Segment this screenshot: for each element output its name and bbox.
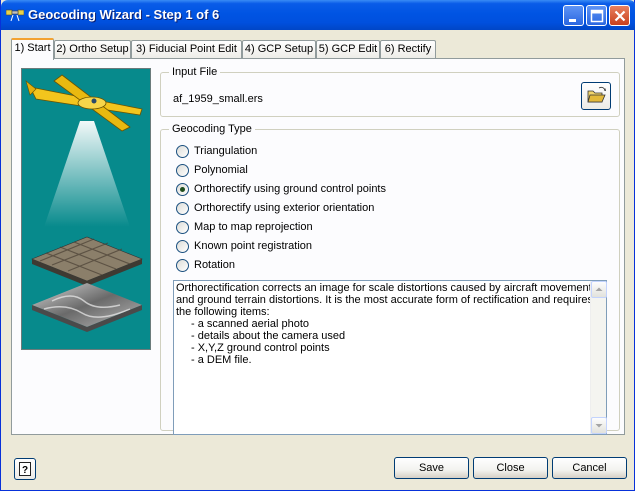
tab-start[interactable]: 1) Start	[11, 38, 54, 60]
title-bar[interactable]: Geocoding Wizard - Step 1 of 6	[1, 0, 635, 30]
description-textbox[interactable]: Orthorectification corrects an image for…	[173, 280, 607, 435]
description-item: - a scanned aerial photo	[191, 318, 310, 330]
scroll-up-icon	[595, 287, 603, 291]
maximize-icon	[590, 9, 604, 23]
satellite-icon	[6, 9, 24, 22]
window-title: Geocoding Wizard - Step 1 of 6	[28, 7, 220, 22]
wizard-illustration	[21, 68, 151, 350]
tab-gcp-setup[interactable]: 4) GCP Setup	[242, 40, 316, 59]
browse-file-button[interactable]	[581, 82, 611, 110]
description-item: - a DEM file.	[191, 354, 252, 366]
input-file-label: Input File	[169, 66, 221, 78]
description-item: - details about the camera used	[191, 330, 346, 342]
radio-button[interactable]	[176, 259, 189, 272]
minimize-button[interactable]	[563, 5, 584, 26]
close-icon	[614, 10, 626, 22]
close-window-button[interactable]	[609, 5, 630, 26]
aerial-photo-tile	[31, 236, 143, 286]
geocoding-type-group: Geocoding Type Triangulation Polynomial …	[160, 123, 620, 435]
geocoding-wizard-window: Geocoding Wizard - Step 1 of 6 1) Start …	[0, 0, 635, 491]
description-line: Orthorectification corrects an image for…	[176, 282, 592, 294]
description-line: the following items:	[176, 306, 270, 318]
input-file-name: af_1959_small.ers	[173, 93, 263, 105]
scroll-down-button[interactable]	[591, 417, 607, 434]
radio-label: Known point registration	[194, 240, 313, 252]
radio-label: Map to map reprojection	[194, 221, 313, 233]
tab-rectify[interactable]: 6) Rectify	[380, 40, 436, 59]
help-icon: ?	[19, 462, 31, 476]
radio-button[interactable]	[176, 240, 189, 253]
light-beam	[44, 121, 130, 227]
radio-label: Rotation	[194, 259, 235, 271]
radio-label: Polynomial	[194, 164, 248, 176]
geocoding-type-label: Geocoding Type	[169, 123, 255, 135]
dem-surface-tile	[32, 283, 142, 332]
open-folder-icon	[587, 86, 607, 103]
radio-button[interactable]	[176, 145, 189, 158]
tab-ortho-setup[interactable]: 2) Ortho Setup	[54, 40, 131, 59]
description-text: Orthorectification corrects an image for…	[176, 282, 593, 366]
tab-gcp-edit[interactable]: 5) GCP Edit	[316, 40, 380, 59]
radio-label: Orthorectify using ground control points	[194, 183, 386, 195]
input-file-group: Input File af_1959_small.ers	[160, 66, 620, 117]
radio-label: Orthorectify using exterior orientation	[194, 202, 375, 214]
radio-button[interactable]	[176, 164, 189, 177]
maximize-button[interactable]	[586, 5, 607, 26]
minimize-icon	[569, 19, 576, 22]
tab-fiducial-point-edit[interactable]: 3) Fiducial Point Edit	[131, 40, 242, 59]
radio-button-selected[interactable]	[176, 183, 189, 196]
radio-button[interactable]	[176, 221, 189, 234]
description-item: - X,Y,Z ground control points	[191, 342, 330, 354]
cancel-button[interactable]: Cancel	[552, 457, 627, 479]
scroll-up-button[interactable]	[591, 281, 607, 298]
scroll-down-icon	[595, 424, 603, 428]
help-button[interactable]: ?	[14, 458, 36, 480]
start-tab-panel: Input File af_1959_small.ers Geocoding T…	[11, 58, 625, 435]
description-scrollbar[interactable]	[590, 281, 607, 434]
radio-button[interactable]	[176, 202, 189, 215]
close-button[interactable]: Close	[473, 457, 548, 479]
save-button[interactable]: Save	[394, 457, 469, 479]
svg-text:?: ?	[22, 465, 28, 476]
description-line: and ground terrain distortions. It is th…	[176, 294, 593, 306]
radio-label: Triangulation	[194, 145, 258, 157]
